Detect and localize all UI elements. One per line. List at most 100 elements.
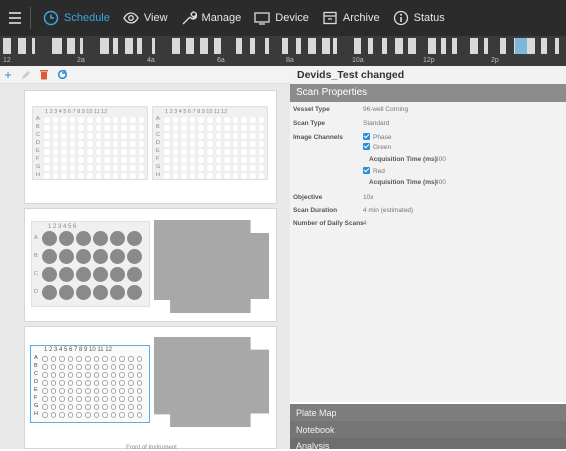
well[interactable] <box>78 117 84 123</box>
well[interactable] <box>198 173 204 179</box>
well[interactable] <box>136 356 143 362</box>
well[interactable] <box>181 141 187 147</box>
analysis-section[interactable]: Analysis <box>290 438 566 449</box>
well[interactable] <box>85 404 91 410</box>
well[interactable] <box>59 249 74 264</box>
well[interactable] <box>138 165 145 171</box>
well[interactable] <box>93 364 100 370</box>
well[interactable] <box>189 125 196 131</box>
well[interactable] <box>181 165 187 171</box>
well[interactable] <box>102 412 108 418</box>
well[interactable] <box>93 372 100 378</box>
well[interactable] <box>85 412 91 418</box>
well[interactable] <box>104 125 110 131</box>
well[interactable] <box>42 380 48 386</box>
well[interactable] <box>128 396 134 402</box>
well[interactable] <box>241 133 247 139</box>
well[interactable] <box>112 125 119 131</box>
well[interactable] <box>138 117 145 123</box>
edit-icon[interactable] <box>20 69 32 81</box>
well[interactable] <box>61 149 67 155</box>
well[interactable] <box>102 388 108 394</box>
well[interactable] <box>215 149 222 155</box>
well[interactable] <box>78 133 84 139</box>
well[interactable] <box>110 396 117 402</box>
well[interactable] <box>224 125 230 131</box>
well[interactable] <box>76 412 82 418</box>
well[interactable] <box>207 117 213 123</box>
well[interactable] <box>44 173 50 179</box>
plate-24-well[interactable]: 1 2 3 4 5 6 A B C D <box>31 221 150 307</box>
well[interactable] <box>241 149 247 155</box>
well[interactable] <box>59 285 74 300</box>
well[interactable] <box>121 149 127 155</box>
well[interactable] <box>78 149 84 155</box>
well[interactable] <box>172 117 179 123</box>
well[interactable] <box>50 396 57 402</box>
well[interactable] <box>138 133 145 139</box>
well[interactable] <box>172 125 179 131</box>
empty-plate-slot[interactable] <box>154 220 269 313</box>
well[interactable] <box>112 141 119 147</box>
well[interactable] <box>69 173 76 179</box>
empty-plate-slot[interactable] <box>154 337 269 427</box>
well[interactable] <box>61 173 67 179</box>
well[interactable] <box>78 125 84 131</box>
well[interactable] <box>87 125 93 131</box>
well[interactable] <box>44 157 50 163</box>
well[interactable] <box>87 141 93 147</box>
well[interactable] <box>87 117 93 123</box>
well[interactable] <box>189 117 196 123</box>
well[interactable] <box>121 165 127 171</box>
plate-96-well-slot-2[interactable]: 1 2 3 4 5 6 7 8 9 10 11 12 ABCDEFGH <box>152 106 268 180</box>
well[interactable] <box>104 117 110 123</box>
well[interactable] <box>42 396 48 402</box>
well[interactable] <box>241 125 247 131</box>
well[interactable] <box>110 372 117 378</box>
well[interactable] <box>138 157 145 163</box>
well[interactable] <box>44 149 50 155</box>
well[interactable] <box>215 141 222 147</box>
well[interactable] <box>189 173 196 179</box>
well[interactable] <box>198 149 204 155</box>
well[interactable] <box>136 380 143 386</box>
well[interactable] <box>164 157 170 163</box>
well[interactable] <box>67 372 74 378</box>
well[interactable] <box>112 133 119 139</box>
well[interactable] <box>85 372 91 378</box>
well[interactable] <box>110 231 125 246</box>
well[interactable] <box>85 380 91 386</box>
well[interactable] <box>87 157 93 163</box>
well[interactable] <box>61 125 67 131</box>
well[interactable] <box>241 117 247 123</box>
well[interactable] <box>215 125 222 131</box>
plate-96-well-selected[interactable]: 1 2 3 4 5 6 7 8 9 10 11 12 ABCDEFGH <box>30 345 150 423</box>
well[interactable] <box>87 149 93 155</box>
well[interactable] <box>104 173 110 179</box>
well[interactable] <box>42 356 48 362</box>
well[interactable] <box>128 380 134 386</box>
well[interactable] <box>95 149 102 155</box>
well[interactable] <box>93 388 100 394</box>
well[interactable] <box>232 165 239 171</box>
well[interactable] <box>127 249 142 264</box>
well[interactable] <box>87 173 93 179</box>
well[interactable] <box>119 404 125 410</box>
well[interactable] <box>128 372 134 378</box>
well[interactable] <box>69 133 76 139</box>
well[interactable] <box>102 380 108 386</box>
well[interactable] <box>76 249 91 264</box>
well[interactable] <box>121 133 127 139</box>
well[interactable] <box>164 141 170 147</box>
well[interactable] <box>136 396 143 402</box>
well[interactable] <box>138 141 145 147</box>
well[interactable] <box>61 157 67 163</box>
well[interactable] <box>110 412 117 418</box>
well[interactable] <box>52 141 59 147</box>
well[interactable] <box>69 157 76 163</box>
well[interactable] <box>42 285 57 300</box>
well[interactable] <box>119 356 125 362</box>
well[interactable] <box>110 267 125 282</box>
well[interactable] <box>42 404 48 410</box>
well[interactable] <box>102 364 108 370</box>
